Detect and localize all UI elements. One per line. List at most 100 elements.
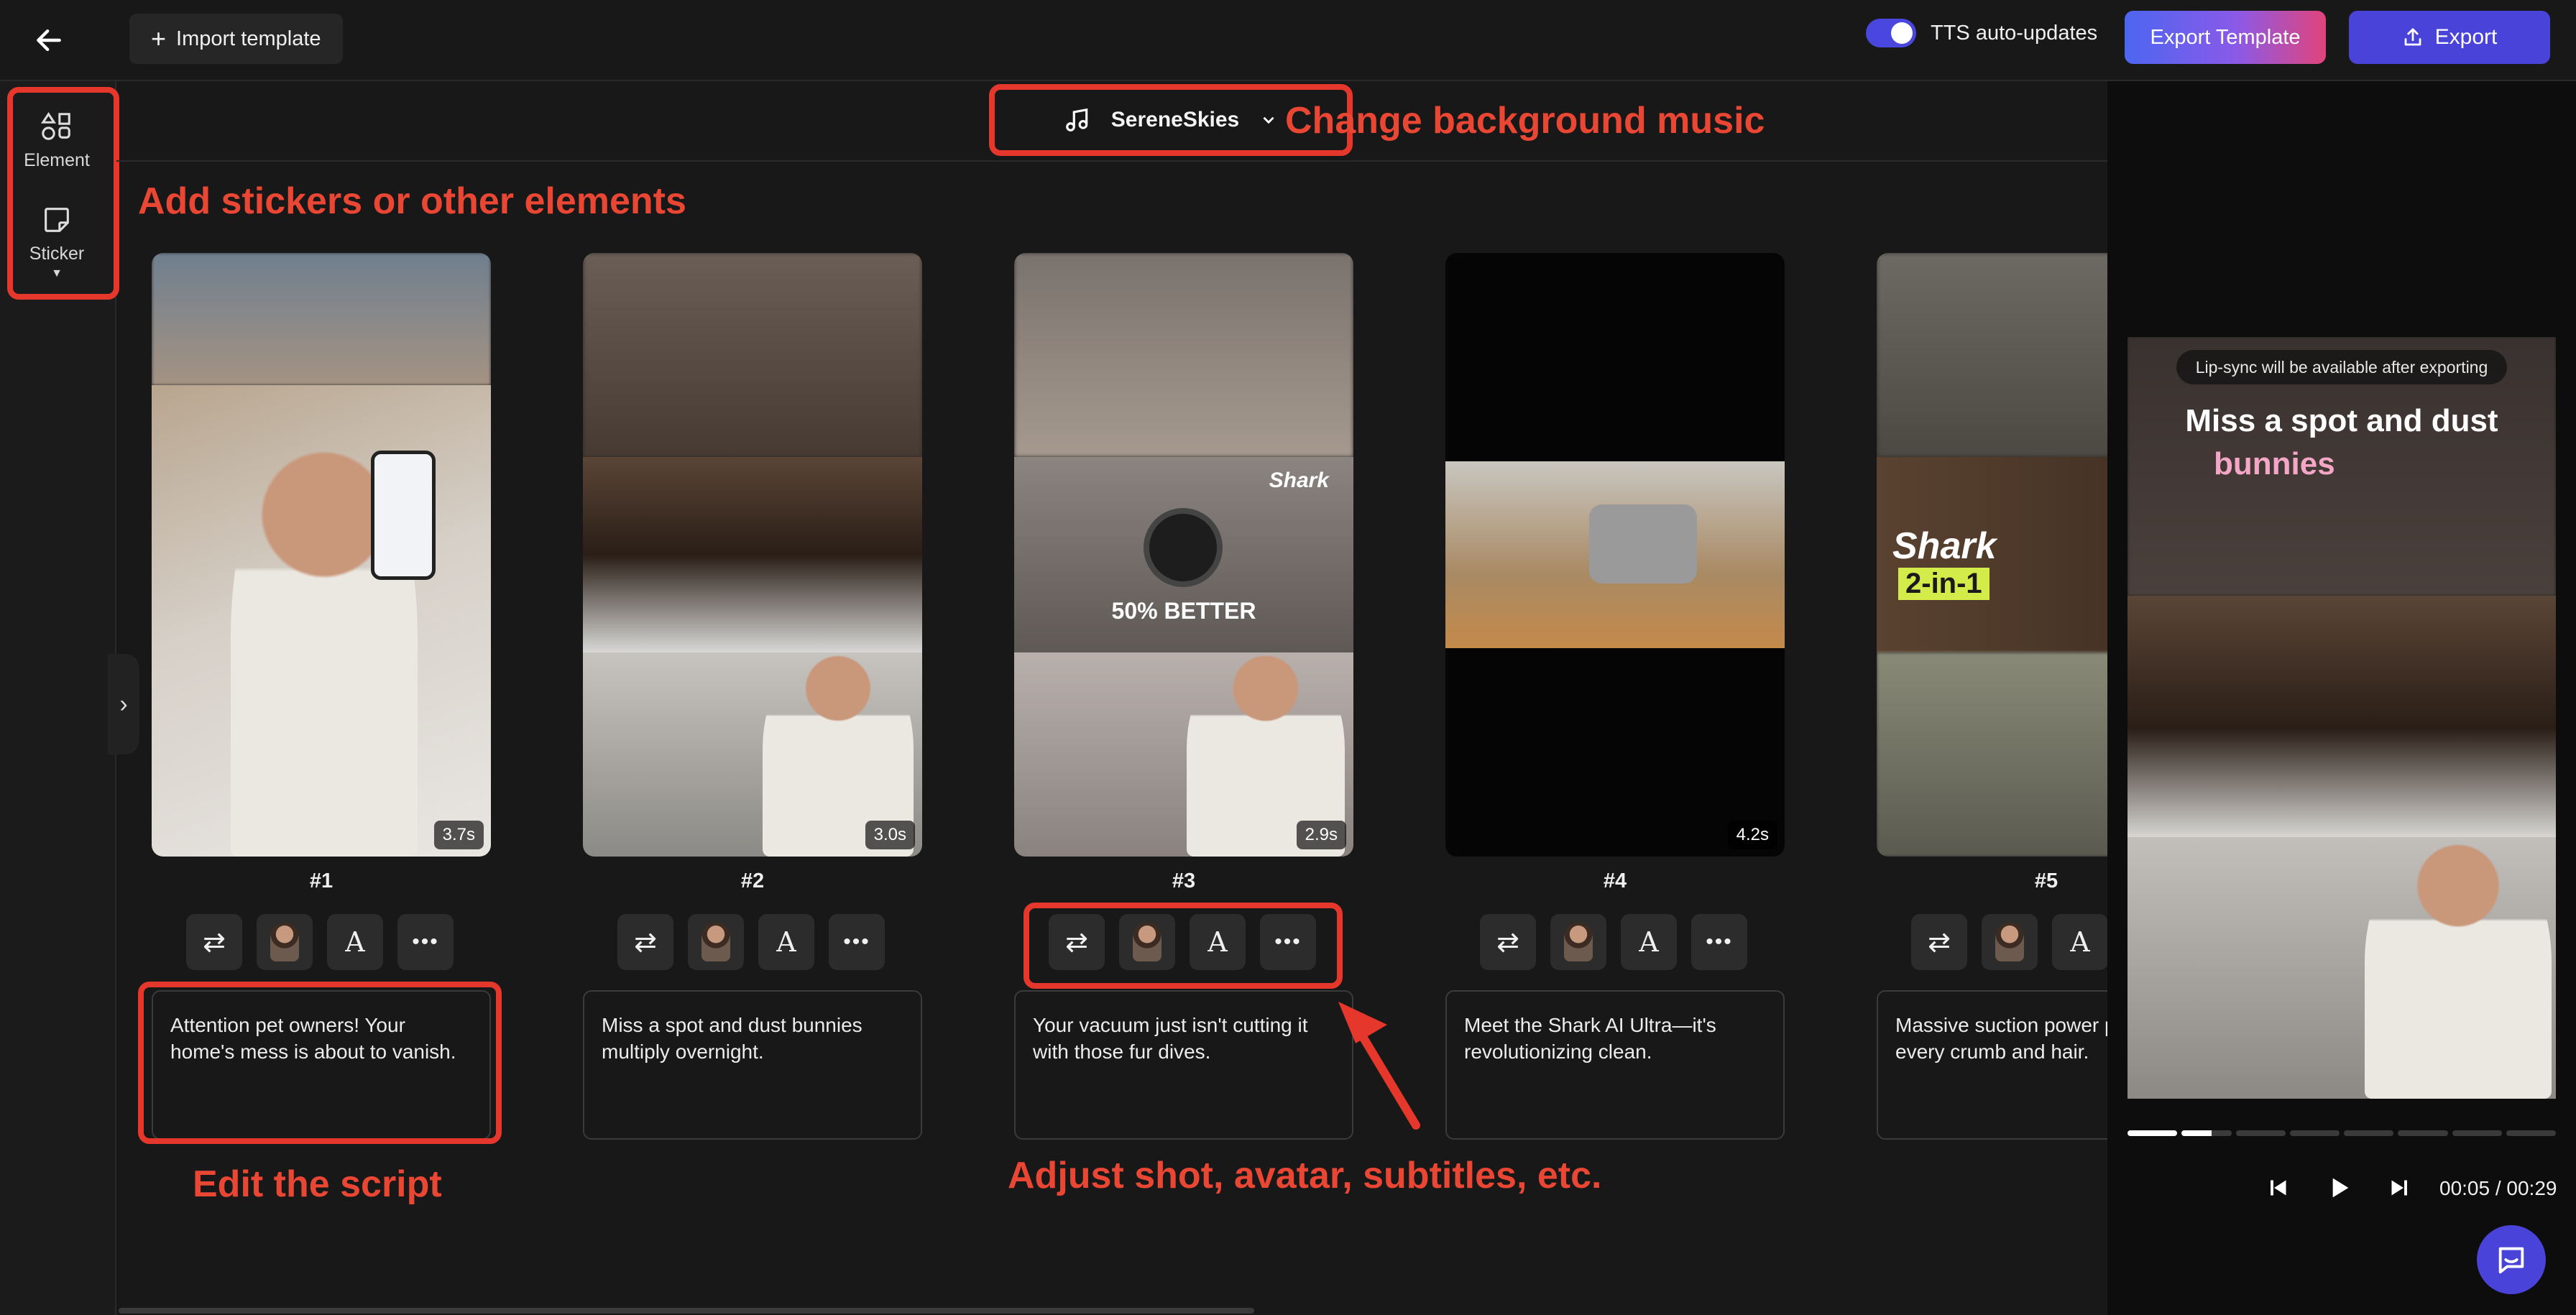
overlay-brand-text: Shark bbox=[1269, 469, 1329, 492]
tts-auto-updates: TTS auto-updates bbox=[1866, 19, 2097, 47]
music-bar: SereneSkies bbox=[116, 81, 2107, 162]
shot-number: #5 bbox=[2034, 869, 2058, 892]
export-button[interactable]: Export bbox=[2349, 11, 2550, 64]
shot-number: #4 bbox=[1603, 869, 1627, 892]
thumb-blur-top bbox=[152, 253, 491, 385]
playback-time: 00:05 / 00:29 bbox=[2439, 1177, 2557, 1199]
arrow-annotation-icon bbox=[1338, 1002, 1420, 1130]
avatar-icon bbox=[1564, 923, 1593, 961]
avatar-figure bbox=[2365, 826, 2552, 1099]
subtitle-button[interactable]: A bbox=[758, 914, 814, 970]
music-note-icon bbox=[1065, 108, 1088, 132]
export-template-label: Export Template bbox=[2150, 25, 2301, 49]
chat-support-button[interactable] bbox=[2477, 1225, 2546, 1294]
progress-segment bbox=[2344, 1130, 2394, 1136]
shot-script[interactable]: Meet the Shark AI Ultra—it's revolutioni… bbox=[1445, 990, 1785, 1140]
video-preview[interactable]: Lip-sync will be available after exporti… bbox=[2128, 337, 2556, 1099]
avatar-button[interactable] bbox=[1550, 914, 1606, 970]
sidebar-item-sticker[interactable]: Sticker ▼ bbox=[10, 203, 104, 280]
back-button[interactable] bbox=[29, 20, 69, 60]
swap-shot-button[interactable]: ⇄ bbox=[1480, 914, 1536, 970]
sidebar-item-element[interactable]: Element bbox=[10, 110, 104, 171]
progress-segment bbox=[2452, 1130, 2502, 1136]
text-a-icon: A bbox=[2070, 926, 2090, 958]
shot-script[interactable]: Massive suction power picks up every cru… bbox=[1877, 990, 2107, 1140]
subtitle-button[interactable]: A bbox=[1621, 914, 1677, 970]
skip-next-icon[interactable] bbox=[2386, 1175, 2412, 1201]
shot-thumbnail[interactable]: Shark 2-in-1 bbox=[1877, 253, 2107, 857]
swap-shot-button[interactable]: ⇄ bbox=[617, 914, 673, 970]
shot-number: #3 bbox=[1172, 869, 1196, 892]
more-options-button[interactable]: ••• bbox=[397, 914, 454, 970]
top-bar: + Import template TTS auto-updates Expor… bbox=[0, 0, 2576, 81]
swap-icon: ⇄ bbox=[1928, 927, 1951, 958]
swap-shot-button[interactable]: ⇄ bbox=[1911, 914, 1967, 970]
preview-caption-line2: bunnies bbox=[2214, 446, 2335, 481]
playback-progress[interactable] bbox=[2128, 1130, 2556, 1136]
upload-icon bbox=[2404, 28, 2421, 46]
horizontal-scrollbar[interactable] bbox=[119, 1308, 1254, 1314]
shot-script[interactable]: Miss a spot and dust bunnies multiply ov… bbox=[583, 990, 922, 1140]
overlay-brand-text: Shark bbox=[1892, 525, 1997, 567]
swap-shot-button[interactable]: ⇄ bbox=[186, 914, 242, 970]
annotation-adjust: Adjust shot, avatar, subtitles, etc. bbox=[1008, 1155, 1602, 1196]
shot-duration: 2.9s bbox=[1296, 821, 1346, 849]
more-icon: ••• bbox=[1706, 930, 1733, 954]
sticker-icon bbox=[45, 208, 69, 232]
shot-tools: ⇄ A ••• bbox=[186, 914, 454, 970]
text-a-icon: A bbox=[1639, 926, 1659, 958]
chevron-down-icon bbox=[1263, 116, 1274, 124]
shot-thumbnail[interactable]: 4.2s bbox=[1445, 253, 1785, 857]
progress-segment bbox=[2181, 1130, 2232, 1136]
preview-caption-line1: Miss a spot and dust bbox=[2185, 403, 2498, 438]
swap-icon: ⇄ bbox=[203, 927, 226, 958]
avatar-icon bbox=[270, 923, 299, 961]
annotation-music: Change background music bbox=[1285, 100, 1765, 142]
tts-label: TTS auto-updates bbox=[1931, 21, 2098, 45]
sidebar-item-label: Element bbox=[24, 150, 90, 170]
avatar-button[interactable] bbox=[257, 914, 313, 970]
more-options-button[interactable]: ••• bbox=[1691, 914, 1747, 970]
tools-highlight bbox=[1024, 903, 1343, 989]
avatar-button[interactable] bbox=[1982, 914, 2038, 970]
import-template-button[interactable]: + Import template bbox=[129, 14, 343, 64]
plus-icon: + bbox=[151, 24, 167, 53]
more-options-button[interactable]: ••• bbox=[829, 914, 885, 970]
thumb-blur-top bbox=[1014, 253, 1353, 457]
avatar-icon bbox=[702, 923, 730, 961]
playback-controls bbox=[2266, 1173, 2412, 1202]
export-template-button[interactable]: Export Template bbox=[2125, 11, 2326, 64]
subtitle-button[interactable]: A bbox=[327, 914, 383, 970]
shot-tools: ⇄ A ••• bbox=[1911, 914, 2107, 970]
robot-vacuum-image bbox=[1589, 504, 1697, 583]
shot-tools: ⇄ A ••• bbox=[617, 914, 885, 970]
export-label: Export bbox=[2434, 25, 2498, 49]
text-a-icon: A bbox=[776, 926, 796, 958]
subtitle-button[interactable]: A bbox=[2052, 914, 2107, 970]
shot-number: #1 bbox=[309, 869, 334, 892]
play-icon[interactable] bbox=[2324, 1173, 2353, 1202]
text-a-icon: A bbox=[345, 926, 365, 958]
script-highlight bbox=[138, 982, 502, 1144]
avatar-button[interactable] bbox=[688, 914, 744, 970]
shot-thumbnail[interactable]: 3.7s bbox=[152, 253, 491, 857]
skip-previous-icon[interactable] bbox=[2266, 1175, 2291, 1201]
preview-panel: Lip-sync will be available after exporti… bbox=[2107, 81, 2576, 1315]
annotation-script: Edit the script bbox=[193, 1163, 442, 1205]
more-icon: ••• bbox=[843, 930, 870, 954]
overlay-caption-text: 50% BETTER bbox=[1111, 598, 1256, 624]
shot-thumbnail[interactable]: 3.0s bbox=[583, 253, 922, 857]
shot-thumbnail[interactable]: Shark 50% BETTER 2.9s bbox=[1014, 253, 1353, 857]
thumb-blur-top bbox=[1877, 253, 2107, 457]
shot-duration: 3.0s bbox=[865, 821, 915, 849]
shot-number: #2 bbox=[740, 869, 765, 892]
tts-toggle[interactable] bbox=[1866, 19, 1916, 47]
sidebar-item-label: Sticker bbox=[29, 244, 85, 264]
overlay-caption-text: 2-in-1 bbox=[1898, 568, 1990, 600]
lipsync-notice: Lip-sync will be available after exporti… bbox=[2176, 350, 2507, 384]
shot-tools: ⇄ A ••• bbox=[1480, 914, 1747, 970]
shot-duration: 4.2s bbox=[1727, 821, 1777, 849]
music-track-name: SereneSkies bbox=[1110, 108, 1240, 132]
shot-script[interactable]: Your vacuum just isn't cutting it with t… bbox=[1014, 990, 1353, 1140]
shapes-icon bbox=[40, 111, 70, 140]
